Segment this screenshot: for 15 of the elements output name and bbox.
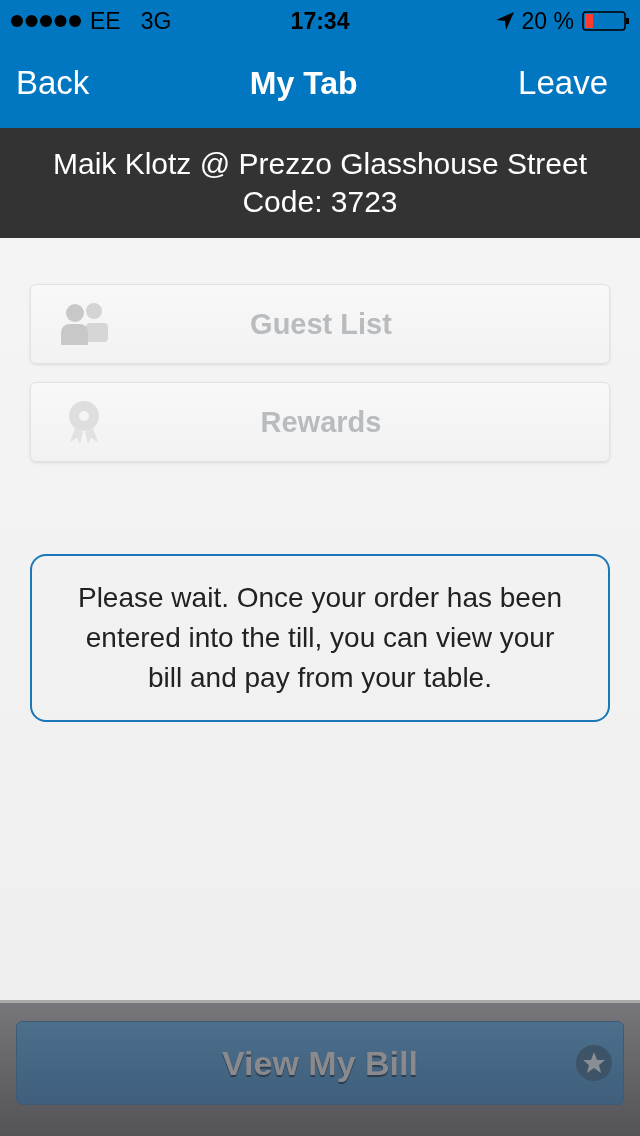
leave-link[interactable]: Leave: [518, 64, 608, 102]
battery-icon: [582, 11, 630, 31]
battery-percentage: 20 %: [521, 7, 574, 35]
network-type: 3G: [140, 7, 172, 35]
guest-venue-text: Maik Klotz @ Prezzo Glasshouse Street: [53, 147, 587, 181]
location-arrow-icon: [495, 12, 514, 30]
status-time: 17:34: [290, 7, 350, 35]
signal-icon: [10, 14, 82, 28]
page-title: My Tab: [249, 64, 358, 102]
carrier-name: EE: [90, 7, 121, 35]
award-icon: [67, 400, 101, 444]
back-link[interactable]: Back: [16, 64, 90, 102]
people-icon: [61, 303, 109, 345]
wait-notice: Please wait. Once your order has been entered into the till, you can view your bill and pay from your table.: [30, 554, 610, 722]
tab-code-text: Code: 3723: [242, 185, 398, 219]
